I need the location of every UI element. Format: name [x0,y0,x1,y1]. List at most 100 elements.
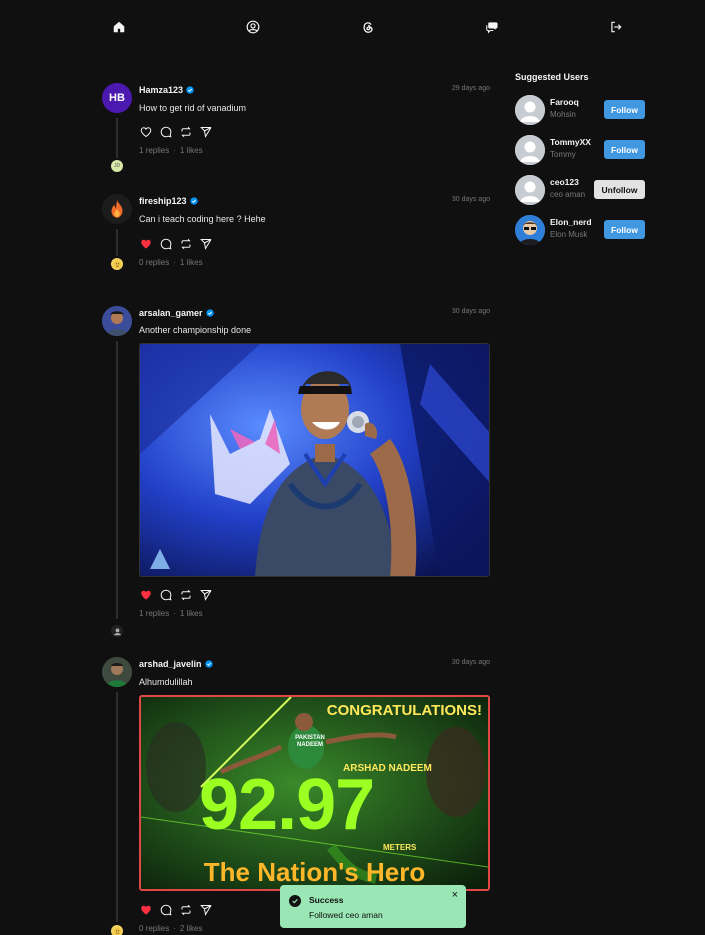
replies-count[interactable]: 1 replies [139,146,169,155]
like-icon[interactable] [139,125,152,138]
suggested-user-fullname: Mohsin [550,110,576,119]
like-icon-filled[interactable] [139,903,152,916]
reply-avatar: JD [111,160,123,172]
suggested-user-row: Elon_nerd Elon Musk Follow [515,215,645,245]
post-text: Can i teach coding here ? Hehe [139,214,266,224]
logout-icon[interactable] [608,19,624,35]
avatar-photo [515,215,545,245]
close-icon[interactable]: × [452,889,458,901]
stats-separator: · [173,258,176,267]
replies-count[interactable]: 1 replies [139,609,169,618]
follow-button[interactable]: Follow [604,100,645,119]
toast-description: Followed ceo aman [309,910,383,920]
avatar[interactable]: HB [102,83,132,113]
post-stats: 1 replies · 1 likes [139,146,203,155]
avatar[interactable] [102,657,132,687]
suggested-user-fullname: Tommy [550,150,576,159]
share-icon[interactable] [199,588,212,601]
post-time: 30 days ago [451,659,490,666]
championship-photo [140,344,489,576]
follow-button[interactable]: Follow [604,140,645,159]
top-navbar [0,0,705,56]
suggested-user-name[interactable]: Elon_nerd [550,217,592,227]
post-text: Another championship done [139,325,252,335]
success-toast: Success Followed ceo aman × [280,885,466,928]
avatar[interactable] [515,95,545,125]
poster-tagline: The Nation's Hero [203,857,426,887]
avatar-photo [102,657,132,687]
post-image[interactable]: PAKISTAN NADEEM CONGRATULATIONS! ARSHAD N… [139,695,490,891]
replies-count[interactable]: 0 replies [139,924,169,933]
likes-count[interactable]: 2 likes [180,924,203,933]
post-username[interactable]: arshad_javelin [139,659,213,669]
unfollow-button[interactable]: Unfollow [594,180,645,199]
post-username[interactable]: fireship123 [139,196,198,206]
post: arsalan_gamer 30 days ago Another champi… [102,306,490,637]
post-text: How to get rid of vanadium [139,103,247,113]
comment-icon[interactable] [159,237,172,250]
suggested-user-fullname: ceo aman [550,190,586,199]
share-icon[interactable] [199,237,212,250]
share-icon[interactable] [199,125,212,138]
follow-button[interactable]: Follow [604,220,645,239]
post-username[interactable]: Hamza123 [139,85,194,95]
post-image[interactable] [139,343,490,577]
verified-icon [189,197,198,205]
post-stats: 1 replies · 1 likes [139,609,203,618]
stats-separator: · [173,146,176,155]
avatar[interactable] [515,175,545,205]
default-avatar-icon [515,175,545,205]
suggested-user-fullname: Elon Musk [550,230,588,239]
verified-icon [186,86,194,94]
reply-avatar [111,925,123,935]
emoji-icon [113,927,121,935]
suggested-user-name[interactable]: TommyXX [550,137,591,147]
jersey-country: PAKISTAN [295,735,325,741]
comment-icon[interactable] [159,903,172,916]
username-text: Hamza123 [139,85,184,95]
repost-icon[interactable] [179,588,192,601]
post-actions [139,588,212,601]
replies-count[interactable]: 0 replies [139,258,169,267]
post-username[interactable]: arsalan_gamer [139,308,214,318]
suggested-user-row: Farooq Mohsin Follow [515,95,645,125]
like-icon-filled[interactable] [139,237,152,250]
comment-icon[interactable] [159,125,172,138]
post-text: Alhumdulillah [139,677,193,687]
likes-count[interactable]: 1 likes [180,146,203,155]
jersey-bib: NADEEM [296,742,323,748]
flame-icon [111,199,123,218]
post-actions [139,125,212,138]
post-actions [139,237,212,250]
check-icon [289,895,301,907]
avatar-photo [102,306,132,336]
share-icon[interactable] [199,903,212,916]
chat-icon[interactable] [484,19,500,35]
thread-line [116,229,118,256]
repost-icon[interactable] [179,125,192,138]
avatar[interactable] [102,306,132,336]
threads-icon[interactable] [360,19,376,35]
suggested-user-name[interactable]: ceo123 [550,177,579,187]
user-icon[interactable] [245,19,261,35]
suggested-user-row: TommyXX Tommy Follow [515,135,645,165]
thread-line [116,692,118,922]
comment-icon[interactable] [159,588,172,601]
avatar[interactable] [515,135,545,165]
toast-title: Success [309,895,344,905]
suggested-user-name[interactable]: Farooq [550,97,579,107]
default-avatar-icon [515,135,545,165]
repost-icon[interactable] [179,903,192,916]
repost-icon[interactable] [179,237,192,250]
stats-separator: · [173,609,176,618]
likes-count[interactable]: 1 likes [180,258,203,267]
avatar[interactable] [515,215,545,245]
verified-icon [204,660,213,668]
like-icon-filled[interactable] [139,588,152,601]
likes-count[interactable]: 1 likes [180,609,203,618]
post-time: 29 days ago [451,85,490,92]
username-text: fireship123 [139,196,187,206]
avatar[interactable] [102,194,132,224]
post-stats: 0 replies · 2 likes [139,924,203,933]
home-icon[interactable] [111,19,127,35]
